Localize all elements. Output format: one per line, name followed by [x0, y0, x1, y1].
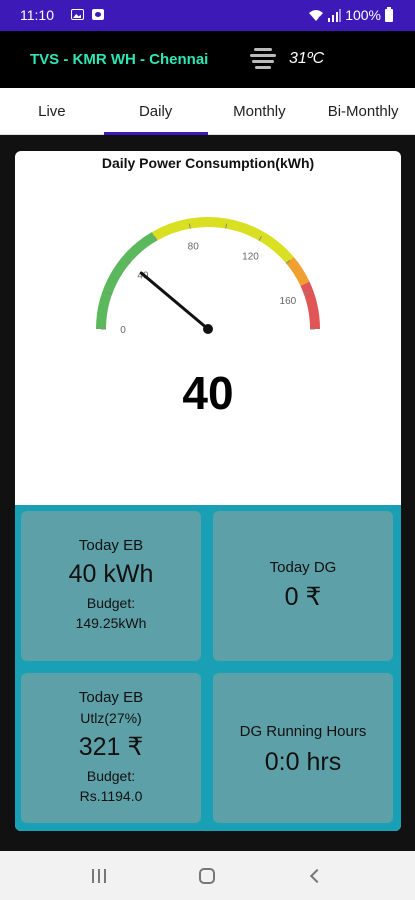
recents-icon[interactable]: [92, 869, 106, 883]
tile-today-dg[interactable]: Today DG 0 ₹: [213, 511, 393, 661]
back-icon[interactable]: [309, 868, 325, 884]
status-bar: 11:10 100%: [0, 0, 415, 31]
tab-live[interactable]: Live: [0, 88, 104, 134]
image-icon: [71, 9, 84, 20]
gauge-tick-label: 80: [188, 241, 200, 252]
status-right: 100%: [308, 6, 393, 23]
temperature: 31ºC: [289, 50, 325, 67]
signal-icon: [328, 8, 342, 22]
tile-label: DG Running Hours: [239, 723, 367, 740]
budget-value: Rs.1194.0: [79, 788, 143, 804]
gauge-needle: [139, 271, 210, 331]
tab-daily[interactable]: Daily: [103, 88, 208, 135]
tile-value: 0 ₹: [284, 583, 322, 611]
tile-today-eb-utilization[interactable]: Today EB Utlz(27%) 321 ₹ Budget: Rs.1194…: [21, 673, 201, 823]
gauge-tick-label: 160: [280, 296, 297, 307]
tile-label: Today EB: [78, 537, 144, 554]
tab-monthly[interactable]: Monthly: [208, 88, 312, 134]
gauge-tick-label: 120: [242, 251, 259, 262]
tile-label: Today EB: [78, 689, 144, 706]
wifi-icon: [309, 9, 324, 22]
gauge-tick-label: 0: [120, 325, 126, 336]
tile-dg-running-hours[interactable]: DG Running Hours 0:0 hrs: [213, 673, 393, 823]
battery-level: 100%: [345, 7, 381, 23]
utilization-label: Utlz(27%): [80, 710, 142, 726]
tile-value: 0:0 hrs: [264, 748, 342, 776]
app-header: TVS - KMR WH - Chennai 31ºC: [0, 31, 415, 88]
gauge-band-0: [96, 232, 158, 330]
gauge-value: 40: [182, 367, 234, 419]
budget-label: Budget:: [86, 768, 136, 784]
tile-today-eb[interactable]: Today EB 40 kWh Budget: 149.25kWh: [21, 511, 201, 661]
system-nav-bar: [0, 851, 415, 900]
power-gauge: 04080120160: [96, 217, 320, 336]
summary-tiles: Today EB 40 kWh Budget: 149.25kWh Today …: [15, 505, 401, 831]
tile-label: Today DG: [269, 559, 337, 576]
battery-icon: [385, 6, 393, 22]
gauge-needle-hub: [203, 324, 213, 334]
gauge-band-2: [286, 257, 310, 287]
site-title: TVS - KMR WH - Chennai: [30, 51, 209, 68]
budget-label: Budget:: [86, 595, 136, 611]
status-time: 11:10: [20, 7, 54, 23]
app-icon: [92, 9, 104, 20]
gauge-band-3: [300, 281, 320, 330]
tile-value: 321 ₹: [78, 733, 144, 761]
consumption-card: Daily Power Consumption(kWh) 04080120160…: [15, 151, 401, 831]
tile-value: 40 kWh: [68, 560, 154, 588]
tab-bar: Live Daily Monthly Bi-Monthly: [0, 88, 415, 135]
tab-bi-monthly[interactable]: Bi-Monthly: [311, 88, 415, 134]
budget-value: 149.25kWh: [75, 615, 147, 631]
home-icon[interactable]: [199, 868, 215, 884]
gauge-band-1: [152, 217, 294, 264]
fog-icon: [250, 47, 276, 69]
